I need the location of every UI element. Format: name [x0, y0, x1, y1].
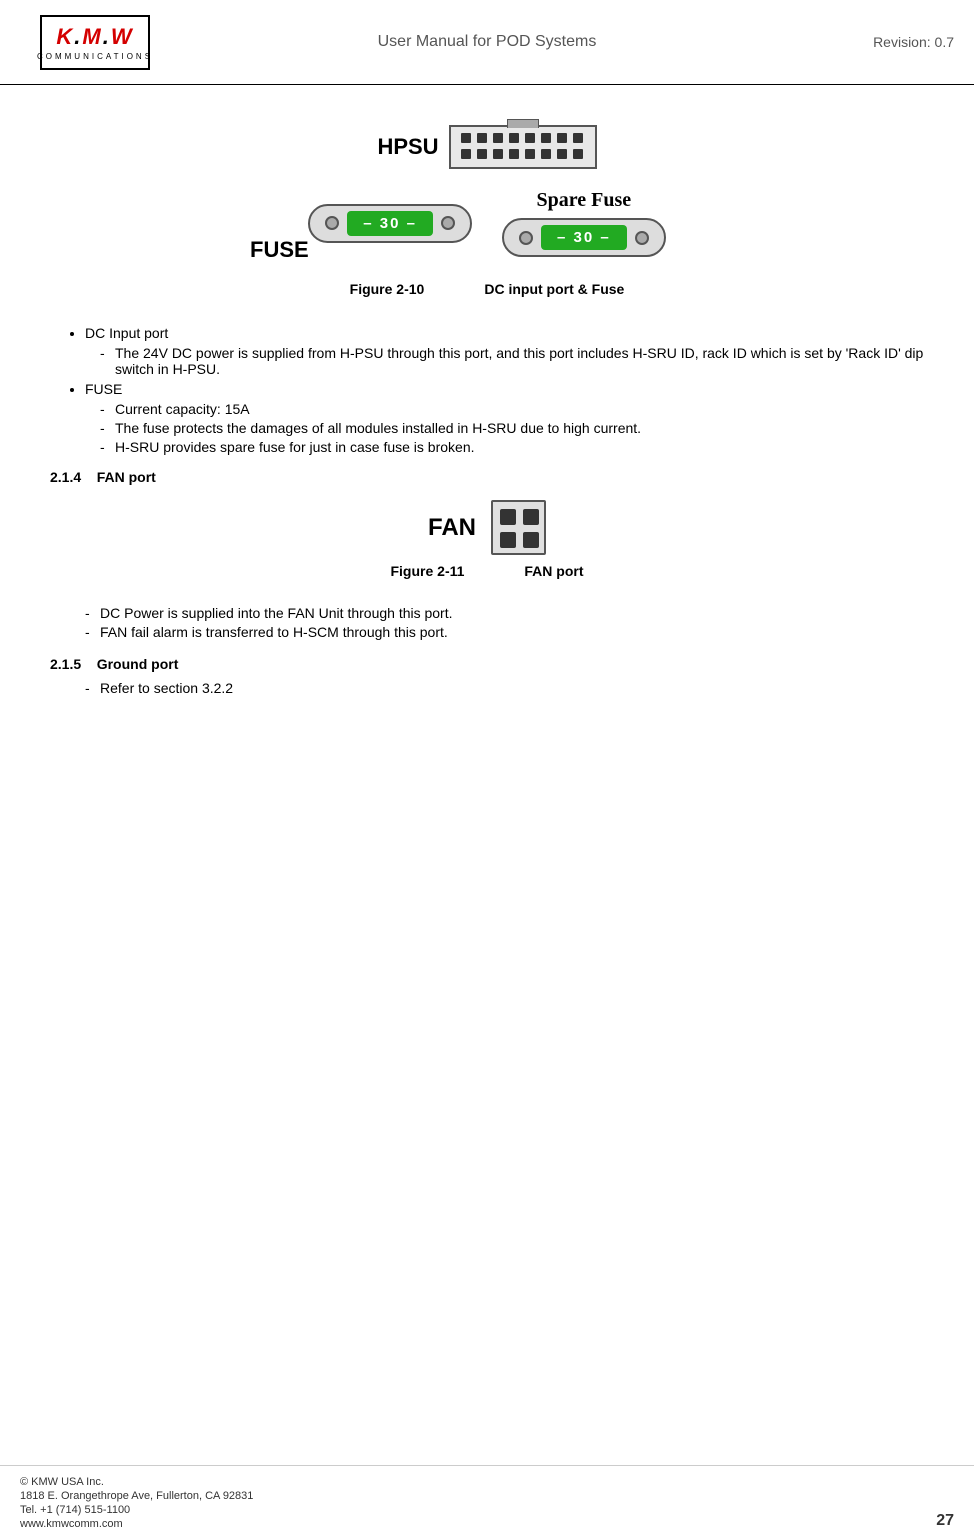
hpsu-dot	[557, 133, 567, 143]
hpsu-connector	[449, 125, 597, 169]
dc-input-list: DC Input port The 24V DC power is suppli…	[50, 325, 924, 455]
fan-dot	[500, 532, 516, 548]
hpsu-diagram: HPSU	[377, 125, 596, 169]
main-content: HPSU	[0, 85, 974, 720]
hpsu-dot	[573, 149, 583, 159]
fan-dot	[500, 509, 516, 525]
hpsu-dot	[461, 149, 471, 159]
fig210-label: Figure 2-10	[350, 281, 425, 297]
dc-input-sublist: The 24V DC power is supplied from H-PSU …	[85, 345, 924, 377]
fan-connector	[491, 500, 546, 555]
figure-2-10-caption: Figure 2-10 DC input port & Fuse	[350, 281, 625, 297]
fan-diagram: FAN Figure 2-11 FAN port	[50, 500, 924, 597]
fan-dot	[523, 532, 539, 548]
fuse-body: – 30 –	[308, 204, 472, 243]
hpsu-label: HPSU	[377, 134, 438, 160]
fuse-item: FUSE Current capacity: 15A The fuse prot…	[85, 381, 924, 455]
hpsu-dot	[573, 133, 583, 143]
hpsu-dot	[461, 133, 471, 143]
fan-dot	[523, 509, 539, 525]
logo-sub: COMMUNICATIONS	[37, 52, 153, 61]
hpsu-dot	[477, 149, 487, 159]
hpsu-dot	[493, 149, 503, 159]
footer-web: www.kmwcomm.com	[20, 1518, 253, 1530]
figure-2-10-area: HPSU	[50, 125, 924, 315]
fan-sublist: DC Power is supplied into the FAN Unit t…	[50, 605, 924, 640]
fuse-main-area: – 30 –	[308, 204, 472, 243]
fuse-green-value: – 30 –	[347, 211, 433, 236]
footer-left: © KMW USA Inc. 1818 E. Orangethrope Ave,…	[20, 1476, 253, 1530]
fig210-title: DC input port & Fuse	[484, 281, 624, 297]
hpsu-dot	[509, 133, 519, 143]
header-revision: Revision: 0.7	[804, 34, 954, 50]
logo-kmw: K.M.W	[56, 24, 133, 50]
footer-tel: Tel. +1 (714) 515-1100	[20, 1504, 253, 1516]
fan-row: FAN	[428, 500, 546, 555]
hpsu-dot	[509, 149, 519, 159]
hpsu-dot	[525, 149, 535, 159]
ground-sublist: Refer to section 3.2.2	[50, 680, 924, 696]
fuse-sub3: H-SRU provides spare fuse for just in ca…	[115, 439, 924, 455]
dc-input-sub1: The 24V DC power is supplied from H-PSU …	[115, 345, 924, 377]
fan-label: FAN	[428, 514, 476, 542]
hpsu-dot	[477, 133, 487, 143]
page-footer: © KMW USA Inc. 1818 E. Orangethrope Ave,…	[0, 1465, 974, 1540]
fuse-sub1: Current capacity: 15A	[115, 401, 924, 417]
hpsu-dot	[493, 133, 503, 143]
logo-box: K.M.W COMMUNICATIONS	[40, 15, 150, 70]
fan-sub1: DC Power is supplied into the FAN Unit t…	[100, 605, 924, 621]
ground-sub1: Refer to section 3.2.2	[100, 680, 924, 696]
hpsu-dot	[541, 149, 551, 159]
hpsu-dot	[525, 133, 535, 143]
fuse-label: FUSE	[250, 237, 309, 263]
fan-sub2: FAN fail alarm is transferred to H-SCM t…	[100, 624, 924, 640]
spare-fuse-title: Spare Fuse	[537, 189, 632, 212]
footer-page: 27	[936, 1512, 954, 1530]
fig211-title: FAN port	[524, 563, 583, 579]
footer-address: 1818 E. Orangethrope Ave, Fullerton, CA …	[20, 1490, 253, 1502]
logo-area: K.M.W COMMUNICATIONS	[20, 15, 170, 70]
figure-2-11-caption: Figure 2-11 FAN port	[390, 563, 583, 579]
page-header: K.M.W COMMUNICATIONS User Manual for POD…	[0, 0, 974, 85]
section-215-heading: 2.1.5 Ground port	[50, 656, 924, 672]
hpsu-dot	[557, 149, 567, 159]
footer-company: © KMW USA Inc.	[20, 1476, 253, 1488]
hpsu-row: HPSU	[377, 125, 596, 169]
dc-input-item: DC Input port The 24V DC power is suppli…	[85, 325, 924, 377]
fuse-terminal-left	[325, 216, 339, 230]
section-214-heading: 2.1.4 FAN port	[50, 469, 924, 485]
fuse-sublist: Current capacity: 15A The fuse protects …	[85, 401, 924, 455]
fuse-terminal-right	[441, 216, 455, 230]
fig211-label: Figure 2-11	[390, 563, 464, 579]
header-title: User Manual for POD Systems	[170, 33, 804, 51]
fuse-sub2: The fuse protects the damages of all mod…	[115, 420, 924, 436]
hpsu-dot	[541, 133, 551, 143]
